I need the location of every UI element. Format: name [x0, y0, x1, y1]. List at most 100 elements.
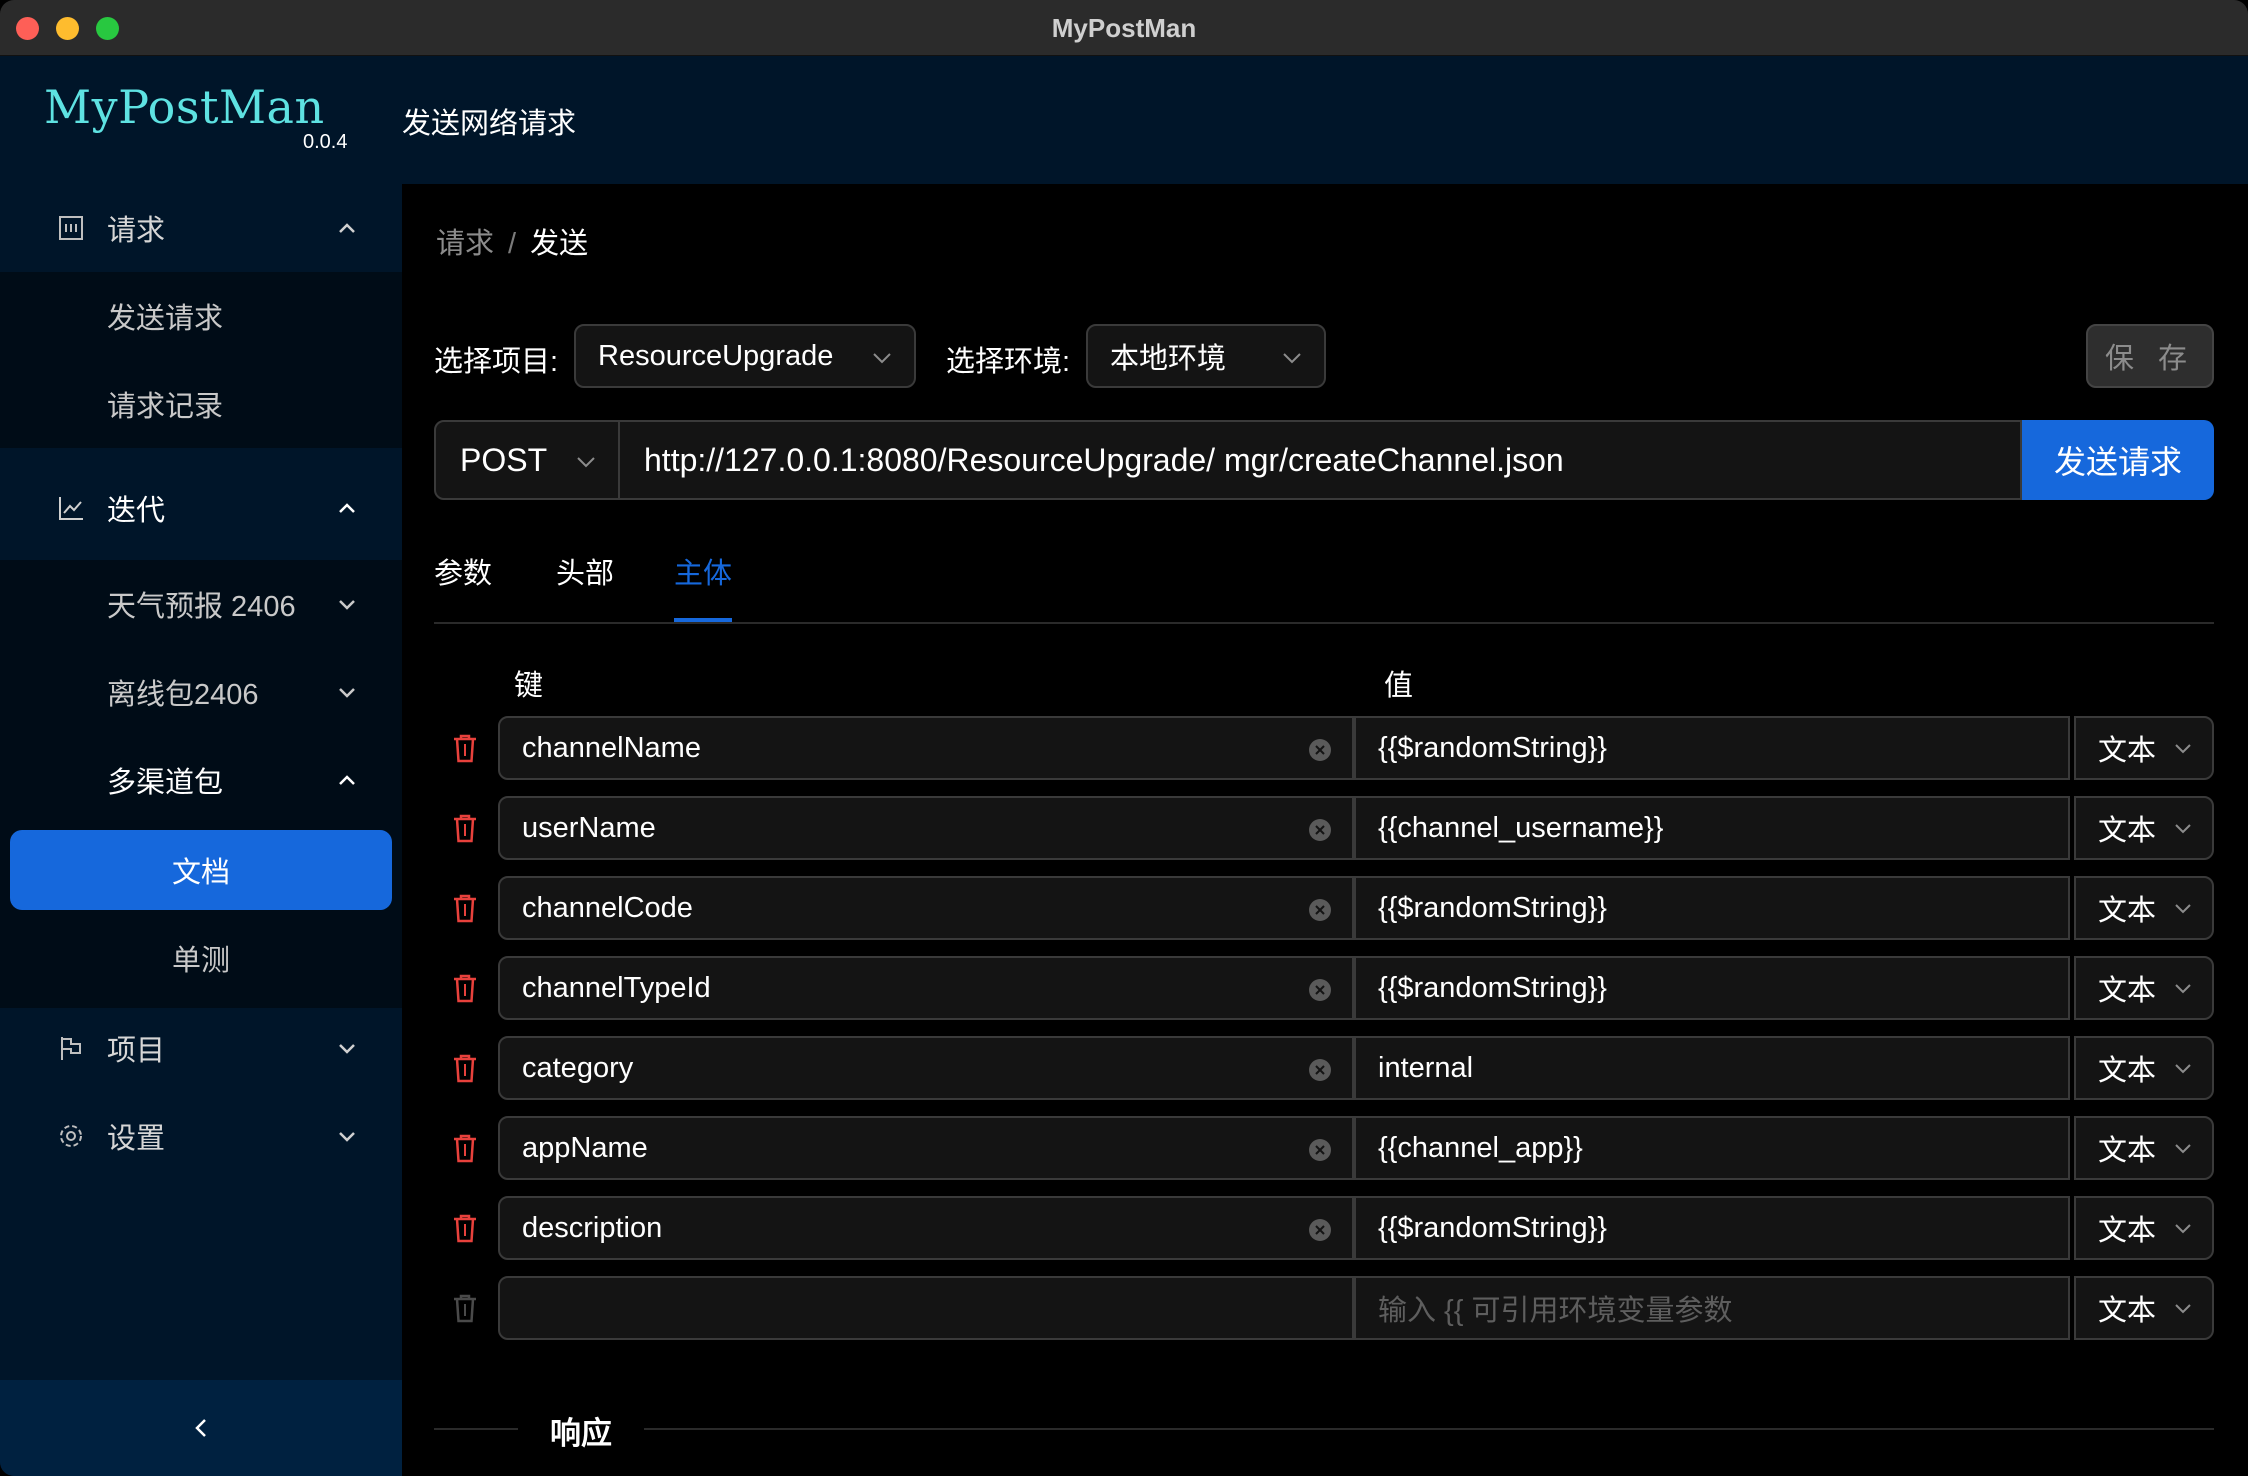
value-input[interactable]: {{channel_app}} [1354, 1116, 2070, 1180]
value-input[interactable]: {{$randomString}} [1354, 876, 2070, 940]
delete-icon[interactable] [450, 1132, 480, 1164]
value-input[interactable]: 输入 {{ 可引用环境变量参数 [1354, 1276, 2070, 1340]
sidebar-item-label: 迭代 [107, 495, 166, 527]
delete-icon[interactable] [450, 972, 480, 1004]
type-select[interactable]: 文本 [2074, 1116, 2214, 1180]
delete-icon[interactable] [450, 812, 480, 844]
value-column-header: 值 [1384, 670, 1414, 702]
tab-params[interactable]: 参数 [434, 552, 492, 622]
delete-icon[interactable] [450, 1052, 480, 1084]
chevron-left-icon [195, 1419, 206, 1437]
requests-submenu: 发送请求 请求记录 [0, 272, 402, 448]
sidebar-item-docs[interactable]: 文档 [10, 830, 392, 910]
save-button[interactable]: 保 存 [2086, 324, 2214, 388]
table-row: channelTypeId {{$randomString}} 文本 [434, 956, 2214, 1020]
chevron-up-icon [339, 775, 355, 785]
app-header: MyPostMan 0.0.4 发送网络请求 [0, 56, 2248, 184]
body-tabs: 参数 头部 主体 [434, 552, 2214, 624]
type-value: 文本 [2098, 1135, 2157, 1167]
sidebar-item-send-request[interactable]: 发送请求 [0, 272, 402, 360]
value-input[interactable]: {{$randomString}} [1354, 1196, 2070, 1260]
clear-icon[interactable] [1308, 1138, 1332, 1162]
chevron-down-icon [2175, 824, 2191, 834]
table-row: channelName {{$randomString}} 文本 [434, 716, 2214, 780]
value-input[interactable]: {{$randomString}} [1354, 716, 2070, 780]
type-select[interactable]: 文本 [2074, 716, 2214, 780]
url-input[interactable]: http://127.0.0.1:8080/ResourceUpgrade/ m… [618, 420, 2022, 500]
sidebar-item-iterations[interactable]: 迭代 [0, 464, 402, 552]
send-request-button[interactable]: 发送请求 [2022, 420, 2214, 500]
clear-icon[interactable] [1308, 1218, 1332, 1242]
type-select[interactable]: 文本 [2074, 1036, 2214, 1100]
sidebar-item-offline-2406[interactable]: 离线包2406 [0, 648, 402, 736]
key-input[interactable]: category [498, 1036, 1354, 1100]
sidebar-item-requests[interactable]: 请求 [0, 184, 402, 272]
breadcrumb-parent[interactable]: 请求 [436, 228, 494, 260]
clear-icon[interactable] [1308, 1058, 1332, 1082]
tab-headers[interactable]: 头部 [556, 552, 614, 622]
response-label: 响应 [518, 1408, 644, 1453]
type-select[interactable]: 文本 [2074, 956, 2214, 1020]
key-value: channelTypeId [522, 971, 711, 1004]
tab-body[interactable]: 主体 [674, 552, 733, 622]
sidebar-item-request-history[interactable]: 请求记录 [0, 360, 402, 448]
type-value: 文本 [2098, 1055, 2157, 1087]
project-select-label: 选择项目: [434, 346, 559, 378]
chevron-down-icon [2175, 744, 2191, 754]
sidebar-item-settings[interactable]: 设置 [0, 1092, 402, 1180]
breadcrumb-separator: / [508, 228, 517, 260]
type-select[interactable]: 文本 [2074, 1196, 2214, 1260]
key-value: channelCode [522, 891, 693, 924]
delete-icon[interactable] [450, 732, 480, 764]
table-row: category internal 文本 [434, 1036, 2214, 1100]
chevron-up-icon [339, 503, 355, 513]
value-input[interactable]: {{$randomString}} [1354, 956, 2070, 1020]
sidebar: 请求 发送请求 请求记录 迭代 天气预报 2406 离线包2406 多渠道包 文… [0, 184, 402, 1476]
value-input[interactable]: {{channel_username}} [1354, 796, 2070, 860]
type-value: 文本 [2098, 1215, 2157, 1247]
sidebar-item-unit-test[interactable]: 单测 [10, 918, 392, 998]
type-value: 文本 [2098, 1295, 2157, 1327]
key-input[interactable]: channelCode [498, 876, 1354, 940]
type-select[interactable]: 文本 [2074, 796, 2214, 860]
project-select[interactable]: ResourceUpgrade [574, 324, 916, 388]
app-window: MyPostMan MyPostMan 0.0.4 发送网络请求 请求 发送请求… [0, 0, 2248, 1476]
response-divider [434, 1428, 2214, 1430]
value-input[interactable]: internal [1354, 1036, 2070, 1100]
clear-icon[interactable] [1308, 978, 1332, 1002]
key-input[interactable]: userName [498, 796, 1354, 860]
chevron-down-icon [2175, 904, 2191, 914]
type-select[interactable]: 文本 [2074, 876, 2214, 940]
key-input[interactable] [498, 1276, 1354, 1340]
delete-icon[interactable] [450, 1212, 480, 1244]
type-select[interactable]: 文本 [2074, 1276, 2214, 1340]
delete-icon[interactable] [450, 892, 480, 924]
sidebar-item-project[interactable]: 项目 [0, 1004, 402, 1092]
key-input[interactable]: description [498, 1196, 1354, 1260]
key-input[interactable]: channelName [498, 716, 1354, 780]
sidebar-item-multichannel[interactable]: 多渠道包 [0, 736, 402, 824]
clear-icon[interactable] [1308, 818, 1332, 842]
table-row: userName {{channel_username}} 文本 [434, 796, 2214, 860]
sidebar-item-label: 设置 [107, 1123, 166, 1155]
chevron-up-icon [339, 223, 355, 233]
sidebar-item-label: 发送请求 [107, 303, 224, 335]
sidebar-collapse-button[interactable] [0, 1380, 402, 1476]
sidebar-item-label: 天气预报 2406 [107, 591, 296, 623]
clear-icon[interactable] [1308, 738, 1332, 762]
chevron-down-icon [339, 688, 355, 698]
page-title: 发送网络请求 [402, 108, 577, 140]
key-input[interactable]: channelTypeId [498, 956, 1354, 1020]
chevron-down-icon [2175, 1064, 2191, 1074]
app-version: 0.0.4 [303, 131, 348, 153]
key-value: category [522, 1051, 634, 1084]
sidebar-item-weather-2406[interactable]: 天气预报 2406 [0, 560, 402, 648]
chevron-down-icon [339, 1044, 355, 1054]
project-select-value: ResourceUpgrade [598, 339, 834, 372]
env-select[interactable]: 本地环境 [1086, 324, 1326, 388]
key-input[interactable]: appName [498, 1116, 1354, 1180]
key-value: channelName [522, 731, 701, 764]
clear-icon[interactable] [1308, 898, 1332, 922]
delete-icon[interactable] [450, 1292, 480, 1324]
method-select[interactable]: POST [434, 420, 620, 500]
